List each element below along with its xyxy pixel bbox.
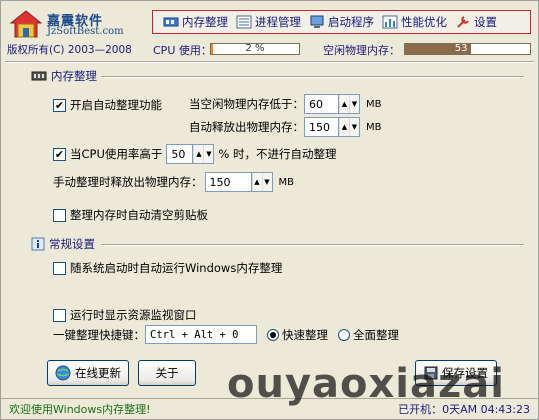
cpu-limit-row: ✔ 当CPU使用率高于 50 ▲ ▼ % 时，不进行自动整理: [53, 144, 336, 164]
free-memory-bar: 53 %: [404, 43, 531, 55]
cpu-limit-suffix: % 时，不进行自动整理: [218, 147, 337, 161]
copyright-text: 版权所有(C) 2003—2008: [7, 44, 132, 56]
auto-enable-row: ✔ 开启自动整理功能: [53, 97, 162, 113]
about-button[interactable]: 关于: [138, 360, 196, 386]
auto-enable-checkbox[interactable]: ✔: [53, 98, 66, 112]
autostart-checkbox[interactable]: [53, 261, 66, 275]
house-logo-icon: [9, 10, 43, 38]
threshold-label: 当空闲物理内存低于：: [189, 97, 304, 111]
manual-release-stepper[interactable]: 150 ▲ ▼: [204, 172, 273, 192]
auto-release-row: 自动释放出物理内存： 150 ▲ ▼ MB: [189, 117, 382, 137]
wrench-icon: [457, 16, 469, 28]
welcome-text: 欢迎使用Windows内存整理!: [9, 403, 151, 416]
app-url[interactable]: JzSoftBest.com: [47, 26, 124, 37]
manual-release-label: 手动整理时释放出物理内存：: [53, 175, 203, 189]
general-section-title: 常规设置: [31, 236, 95, 252]
memory-section-label: 内存整理: [51, 69, 97, 83]
cpu-limit-prefix: 当CPU使用率高于: [70, 147, 163, 161]
general-section-label: 常规设置: [49, 237, 95, 251]
stepper-up-icon[interactable]: ▲: [251, 173, 262, 191]
nav-bar: 内存整理 进程管理 启动程序 性能优化 设置: [152, 10, 531, 34]
bar-chart-icon: [382, 15, 398, 29]
memory-chip-icon: [31, 71, 47, 81]
header: 嘉震软件 JzSoftBest.com 版权所有(C) 2003—2008 内存…: [1, 1, 538, 59]
general-section-line: [101, 244, 524, 246]
globe-icon: [55, 365, 71, 381]
cpu-limit-stepper[interactable]: 50 ▲ ▼: [166, 144, 215, 164]
threshold-stepper[interactable]: 60 ▲ ▼: [304, 94, 360, 114]
auto-release-label: 自动释放出物理内存：: [189, 120, 304, 134]
stepper-down-icon[interactable]: ▼: [349, 118, 359, 136]
show-monitor-checkbox[interactable]: [53, 308, 66, 322]
autostart-label[interactable]: 随系统启动时自动运行Windows内存整理: [70, 260, 282, 276]
cpu-limit-checkbox[interactable]: ✔: [53, 147, 66, 161]
stepper-down-icon[interactable]: ▼: [261, 173, 272, 191]
header-divider: [5, 61, 534, 63]
stepper-down-icon[interactable]: ▼: [349, 95, 359, 113]
cpu-usage-text: 2 %: [245, 43, 265, 54]
tab-settings[interactable]: 设置: [451, 12, 501, 32]
memory-section-title: 内存整理: [31, 68, 97, 84]
tab-performance-label: 性能优化: [401, 15, 447, 29]
quick-mode-label[interactable]: 快速整理: [282, 327, 328, 343]
save-disk-icon: [424, 366, 438, 380]
unit-label: MB: [366, 121, 382, 133]
hotkey-input[interactable]: Ctrl + Alt + 0: [145, 325, 257, 344]
auto-release-value[interactable]: 150: [305, 118, 338, 136]
free-memory-text: 53 %: [454, 43, 481, 54]
info-icon: [31, 237, 45, 251]
memory-section-line: [101, 76, 524, 78]
quick-mode-radio[interactable]: [267, 328, 279, 341]
unit-label: MB: [366, 98, 382, 110]
tab-process-label: 进程管理: [255, 15, 301, 29]
status-bar: 欢迎使用Windows内存整理! 已开机：0天AM 04:43:23: [1, 398, 538, 419]
show-monitor-label[interactable]: 运行时显示资源监视窗口: [70, 307, 197, 323]
auto-enable-label[interactable]: 开启自动整理功能: [70, 97, 162, 113]
hotkey-label: 一键整理快捷键：: [53, 327, 145, 342]
online-update-label: 在线更新: [75, 366, 121, 380]
tab-startup-label: 启动程序: [328, 15, 374, 29]
stepper-down-icon[interactable]: ▼: [203, 145, 214, 163]
stepper-up-icon[interactable]: ▲: [193, 145, 204, 163]
stepper-up-icon[interactable]: ▲: [339, 95, 349, 113]
uptime-text: 已开机：0天AM 04:43:23: [398, 403, 530, 416]
memory-chip-icon: [163, 17, 179, 27]
cpu-usage-bar: 2 %: [210, 43, 300, 55]
manual-release-row: 手动整理时释放出物理内存： 150 ▲ ▼ MB: [53, 172, 294, 192]
show-monitor-row: 运行时显示资源监视窗口: [53, 307, 197, 323]
tab-settings-label: 设置: [474, 15, 497, 29]
cpu-usage-label: CPU 使用：: [153, 44, 212, 57]
auto-release-stepper[interactable]: 150 ▲ ▼: [304, 117, 360, 137]
save-settings-label: 保存设置: [442, 366, 488, 380]
clear-clipboard-checkbox[interactable]: [53, 208, 66, 222]
clear-clipboard-row: 整理内存时自动清空剪贴板: [53, 207, 208, 223]
tab-startup[interactable]: 启动程序: [305, 12, 378, 32]
threshold-row: 当空闲物理内存低于： 60 ▲ ▼ MB: [189, 94, 382, 114]
tab-process[interactable]: 进程管理: [232, 12, 305, 32]
app-window: 嘉震软件 JzSoftBest.com 版权所有(C) 2003—2008 内存…: [0, 0, 539, 420]
threshold-value[interactable]: 60: [305, 95, 338, 113]
full-mode-radio[interactable]: [338, 328, 350, 341]
unit-label: MB: [278, 176, 295, 188]
cpu-limit-value[interactable]: 50: [167, 145, 192, 163]
computer-icon: [310, 15, 324, 28]
free-memory-label: 空闲物理内存：: [323, 44, 400, 57]
clear-clipboard-label[interactable]: 整理内存时自动清空剪贴板: [70, 207, 208, 223]
online-update-button[interactable]: 在线更新: [47, 360, 129, 386]
hotkey-row: 一键整理快捷键： Ctrl + Alt + 0 快速整理 全面整理: [53, 325, 399, 344]
stepper-up-icon[interactable]: ▲: [339, 118, 349, 136]
list-icon: [236, 15, 252, 29]
tab-memory-label: 内存整理: [182, 15, 228, 29]
about-label: 关于: [155, 366, 179, 380]
manual-release-value[interactable]: 150: [206, 173, 251, 191]
tab-performance[interactable]: 性能优化: [378, 12, 451, 32]
autostart-row: 随系统启动时自动运行Windows内存整理: [53, 260, 282, 276]
tab-memory[interactable]: 内存整理: [159, 12, 232, 32]
full-mode-label[interactable]: 全面整理: [353, 327, 399, 343]
save-settings-button[interactable]: 保存设置: [415, 360, 497, 386]
